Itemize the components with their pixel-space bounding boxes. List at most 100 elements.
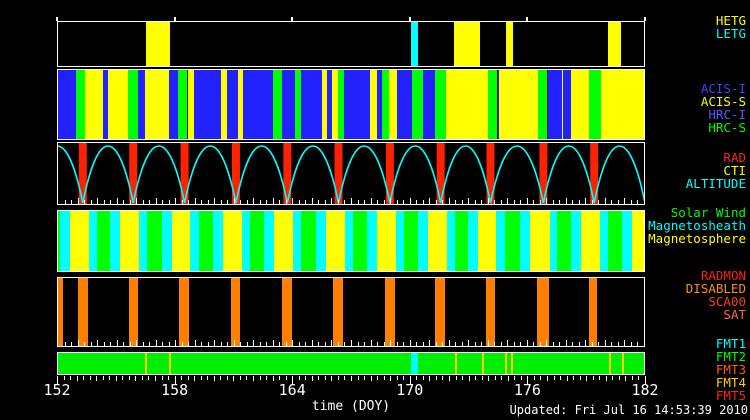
minor-tick <box>455 200 456 204</box>
x-axis-title: time (DOY) <box>312 399 390 414</box>
minor-tick <box>468 198 469 204</box>
minor-tick <box>273 198 274 204</box>
perigee-stripe <box>437 143 445 204</box>
minor-tick <box>84 342 85 346</box>
altitude-arc <box>83 146 133 203</box>
minor-tick <box>501 200 502 204</box>
x-tick-label: 164 <box>279 381 306 399</box>
minor-tick <box>546 198 547 204</box>
axis-tick <box>436 376 437 380</box>
radmon-segment <box>486 278 494 346</box>
minor-tick <box>442 342 443 346</box>
updated-timestamp: Updated: Fri Jul 16 14:53:39 2010 <box>510 403 748 417</box>
radmon-segment <box>58 278 63 346</box>
instrument-segment <box>538 70 548 139</box>
band-radmon <box>57 277 645 347</box>
minor-tick <box>71 200 72 204</box>
minor-tick <box>436 342 437 346</box>
minor-tick <box>410 198 411 204</box>
minor-tick <box>344 200 345 204</box>
axis-tick <box>449 376 450 381</box>
axis-tick <box>77 376 78 381</box>
radmon-segment <box>537 278 549 346</box>
minor-tick <box>455 342 456 346</box>
perigee-stripe <box>539 143 547 204</box>
minor-tick <box>71 342 72 346</box>
axis-tick <box>501 376 502 380</box>
minor-tick <box>188 200 189 204</box>
axis-tick <box>220 376 221 380</box>
instrument-segment <box>301 70 322 139</box>
axis-tick <box>488 376 489 381</box>
axis-tick <box>338 376 339 380</box>
axis-tick <box>554 376 555 380</box>
perigee-stripe <box>79 143 87 204</box>
minor-tick <box>247 342 248 346</box>
axis-tick <box>260 376 261 380</box>
axis-tick <box>168 376 169 380</box>
minor-tick <box>377 200 378 204</box>
solar-wind-region-segment <box>242 211 250 271</box>
minor-tick <box>123 200 124 204</box>
band-telemetry-format <box>57 352 645 375</box>
minor-tick <box>423 342 424 346</box>
minor-tick <box>540 342 541 346</box>
instrument-segment <box>382 70 389 139</box>
band-orbit-radiation <box>57 142 645 205</box>
axis-tick <box>358 376 359 380</box>
minor-tick <box>201 200 202 204</box>
minor-tick <box>136 198 137 204</box>
minor-tick <box>221 342 222 346</box>
perigee-stripe <box>283 143 291 204</box>
minor-tick <box>266 342 267 346</box>
fmt-change-line <box>169 353 171 374</box>
perigee-stripe <box>129 143 137 204</box>
minor-tick <box>227 342 228 346</box>
axis-tick <box>325 376 326 380</box>
solar-wind-region-segment <box>223 211 242 271</box>
radmon-segment <box>129 278 138 346</box>
solar-wind-region-segment <box>190 211 198 271</box>
minor-tick <box>559 342 560 346</box>
instrument-segment <box>446 70 488 139</box>
top-major-tick <box>644 17 646 21</box>
solar-wind-region-segment <box>622 211 632 271</box>
minor-tick <box>214 340 215 346</box>
axis-tick <box>344 376 345 380</box>
minor-tick <box>253 340 254 346</box>
axis-tick <box>632 376 633 380</box>
altitude-arc <box>338 146 389 203</box>
axis-tick <box>90 376 91 380</box>
x-tick-label: 158 <box>161 381 188 399</box>
minor-tick <box>501 342 502 346</box>
axis-tick <box>286 376 287 380</box>
axis-tick <box>390 376 391 381</box>
axis-tick <box>547 376 548 381</box>
minor-tick <box>468 340 469 346</box>
instrument-segment <box>282 70 295 139</box>
axis-tick <box>214 376 215 381</box>
axis-tick <box>416 376 417 380</box>
fmt-change-line <box>505 353 507 374</box>
minor-tick <box>175 340 176 346</box>
minor-tick <box>221 200 222 204</box>
minor-tick <box>175 198 176 204</box>
minor-tick <box>234 198 235 204</box>
axis-tick <box>371 376 372 381</box>
minor-tick <box>182 200 183 204</box>
minor-tick <box>260 200 261 204</box>
minor-tick <box>637 200 638 204</box>
axis-tick <box>638 376 639 380</box>
minor-tick <box>247 200 248 204</box>
minor-tick <box>481 342 482 346</box>
x-tick-label: 182 <box>631 381 658 399</box>
axis-tick <box>475 376 476 380</box>
minor-tick <box>364 200 365 204</box>
minor-tick <box>592 342 593 346</box>
instrument-segment <box>344 70 370 139</box>
minor-tick <box>475 200 476 204</box>
axis-tick <box>148 376 149 380</box>
legend-label-fmt5: FMT5 <box>716 389 746 402</box>
fmt-change-line <box>622 353 624 374</box>
axis-tick <box>253 376 254 381</box>
